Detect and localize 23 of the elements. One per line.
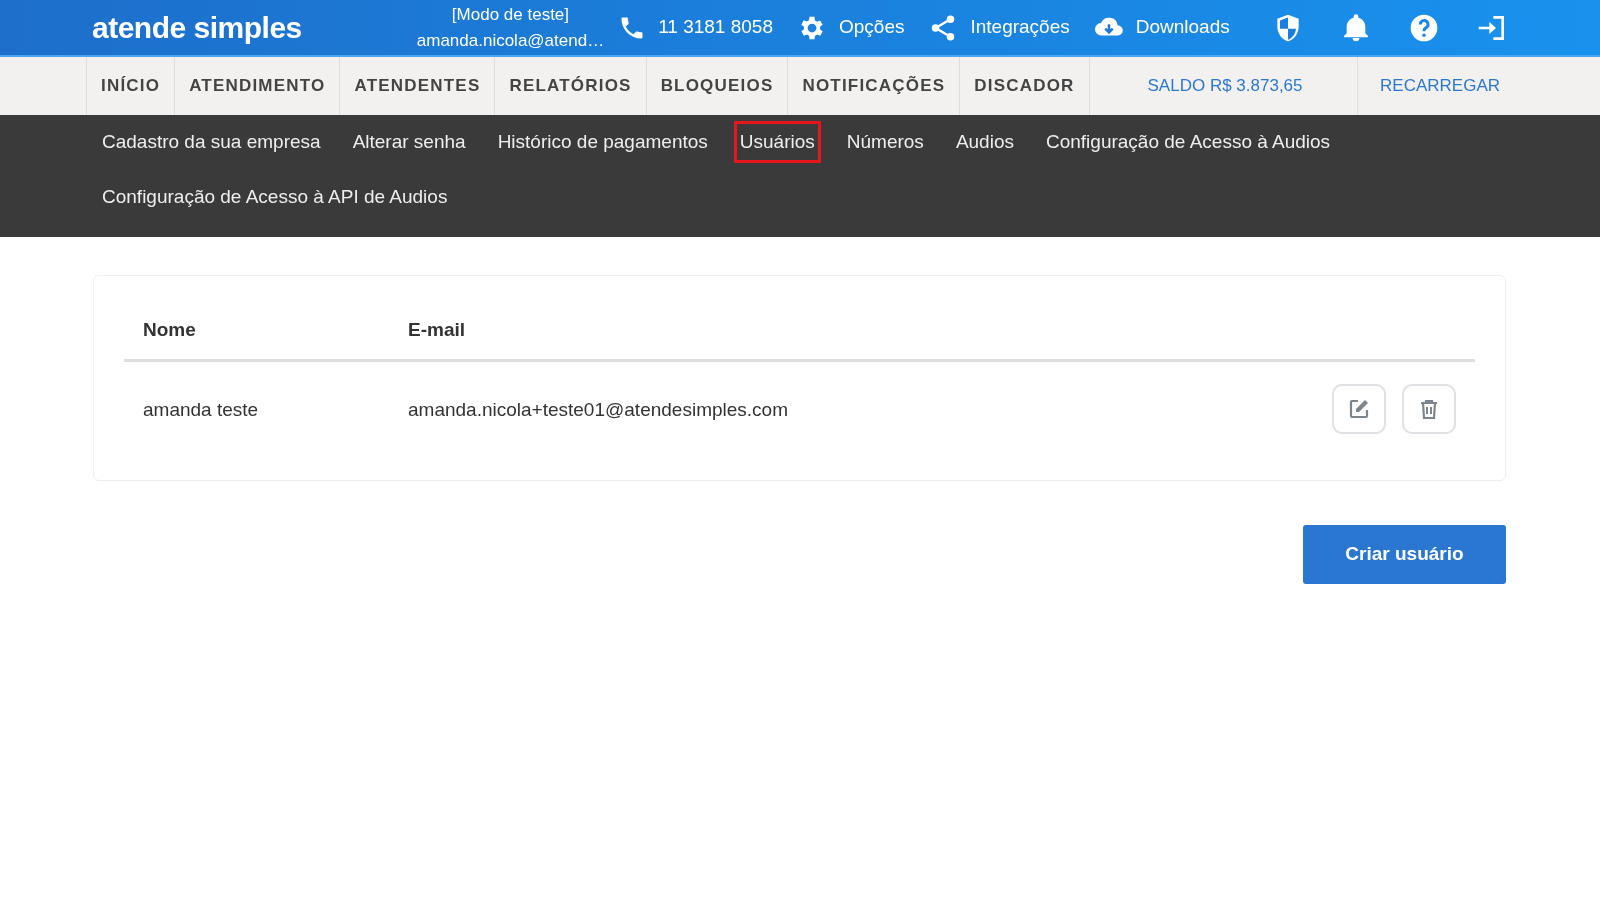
column-header: E-mail [389,304,1172,360]
logo[interactable]: atende simples [92,5,302,50]
header-link[interactable]: Downloads [1093,12,1230,43]
submenu-link[interactable]: Configuração de Acesso à Audios [1040,121,1337,163]
create-user-button[interactable]: Criar usuário [1303,524,1506,584]
submenu-link[interactable]: Números [840,121,930,163]
submenu-link[interactable]: Configuração de Acesso à API de Audios [96,176,454,218]
submenu-link[interactable]: Usuários [733,121,821,163]
test-mode-label: [Modo de teste] [450,3,571,26]
table-cell: amanda.nicola+teste01@atendesimples.com [389,360,1172,470]
delete-button[interactable] [1402,383,1456,434]
table-cell: amanda teste [124,360,389,470]
submenu-link[interactable]: Alterar senha [346,121,472,163]
edit-button[interactable] [1332,383,1386,434]
recharge-link[interactable]: RECARREGAR [1358,73,1500,99]
user-email: amanda.nicola@atend… [416,29,605,52]
column-header: Nome [124,304,389,360]
phone-number[interactable]: 11 3181 8058 [658,13,773,42]
submenu-link[interactable]: Cadastro da sua empresa [96,121,327,163]
submenu-link[interactable]: Histórico de pagamentos [491,121,714,163]
header-link[interactable]: Integrações [928,12,1070,43]
header-link[interactable]: Opções [796,12,905,43]
submenu-link[interactable]: Audios [949,121,1020,163]
